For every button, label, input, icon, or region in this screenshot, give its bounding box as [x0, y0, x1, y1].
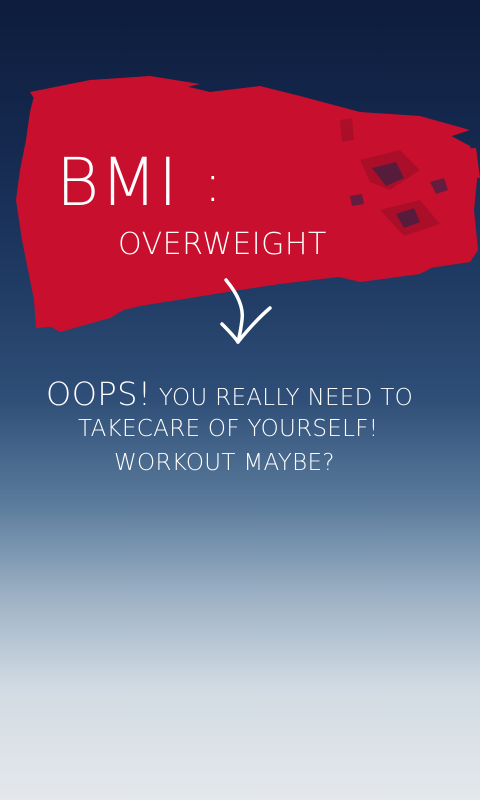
bmi-category: OVERWEIGHT	[118, 227, 327, 262]
bmi-colon: :	[204, 154, 222, 214]
bmi-label: BMI	[56, 144, 179, 221]
advice-line-1-text: YOU REALLY NEED TO	[151, 385, 413, 411]
advice-line-2: TAKECARE OF YOURSELF!	[78, 416, 379, 442]
advice-line-3: WORKOUT MAYBE?	[114, 450, 335, 476]
bmi-result-screen: BMI : OVERWEIGHT OOPS! YOU REALLY NEED T…	[0, 0, 480, 800]
oops-exclamation: OOPS!	[46, 375, 152, 413]
advice-line-1: OOPS! YOU REALLY NEED TO	[46, 378, 413, 410]
hand-drawn-down-arrow-icon	[220, 278, 272, 344]
